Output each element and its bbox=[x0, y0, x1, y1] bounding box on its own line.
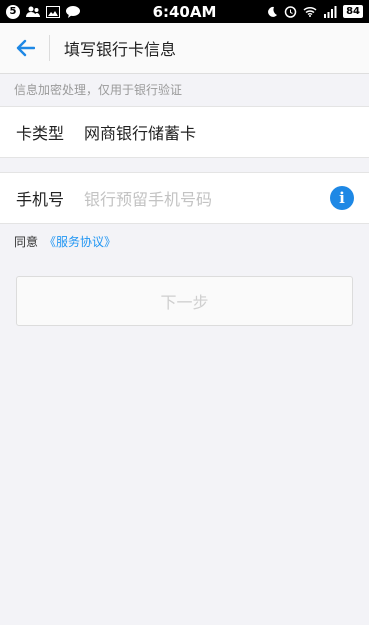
section-divider bbox=[0, 158, 369, 172]
service-agreement-link[interactable]: 《服务协议》 bbox=[44, 235, 116, 249]
contacts-icon bbox=[26, 6, 40, 17]
next-step-button[interactable]: 下一步 bbox=[16, 276, 353, 326]
card-type-label: 卡类型 bbox=[16, 124, 65, 143]
notification-count-badge: 5 bbox=[6, 4, 20, 19]
card-type-value: 网商银行储蓄卡 bbox=[84, 124, 197, 143]
battery-icon: 84 bbox=[343, 5, 363, 18]
chat-bubble-icon bbox=[66, 5, 80, 18]
wifi-icon bbox=[303, 6, 317, 17]
back-button[interactable] bbox=[0, 23, 50, 73]
agreement-line: 同意 《服务协议》 bbox=[0, 224, 369, 250]
app-header: 填写银行卡信息 bbox=[0, 23, 369, 74]
phone-row[interactable]: 手机号 银行预留手机号码 i bbox=[0, 172, 369, 224]
phone-input[interactable]: 银行预留手机号码 bbox=[84, 186, 212, 210]
agreement-prefix: 同意 bbox=[14, 235, 39, 249]
alarm-icon bbox=[284, 6, 297, 18]
status-right-icons: 84 bbox=[266, 5, 363, 18]
arrow-left-icon bbox=[16, 39, 35, 57]
info-icon[interactable]: i bbox=[330, 186, 354, 210]
page-title: 填写银行卡信息 bbox=[64, 40, 177, 59]
moon-icon bbox=[268, 6, 278, 17]
status-bar: 5 6:40AM 84 bbox=[0, 0, 369, 23]
encryption-hint: 信息加密处理，仅用于银行验证 bbox=[14, 83, 183, 97]
image-icon bbox=[46, 5, 60, 18]
signal-icon bbox=[324, 5, 337, 18]
phone-label: 手机号 bbox=[16, 190, 65, 209]
status-left-icons: 5 bbox=[6, 4, 80, 19]
card-type-row: 卡类型 网商银行储蓄卡 bbox=[0, 106, 369, 158]
